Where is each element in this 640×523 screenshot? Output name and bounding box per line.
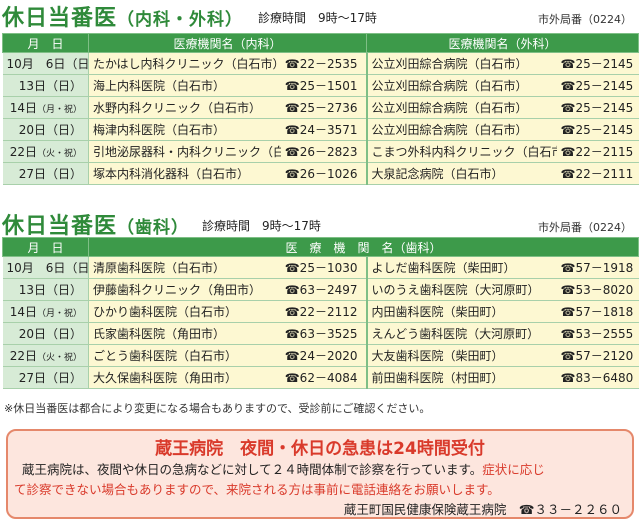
table-row: 10月 6日（日）たかはし内科クリニック（白石市）☎22－2535公立刈田綜合病…	[2, 52, 639, 75]
clinic-name: ごとう歯科医院（白石市）	[88, 344, 281, 367]
clinic-phone: ☎22－2115	[556, 140, 639, 163]
row-date: 13日（日）	[2, 74, 89, 97]
clinic-phone: ☎26－2823	[280, 140, 368, 163]
clinic-phone: ☎24－2020	[280, 344, 368, 367]
row-date: 22日（火・祝）	[2, 140, 89, 163]
table-row: 14日（月・祝） 水野内科クリニック（白石市） ☎25－2736 公立刈田綜合病院（白…	[2, 96, 639, 119]
clinic-phone: ☎22－2535	[280, 52, 368, 75]
internal-rows: 10月 6日（日）たかはし内科クリニック（白石市）☎22－2535公立刈田綜合病…	[2, 52, 639, 185]
clinic-phone: ☎25－1030	[280, 256, 368, 279]
table-row: 22日（火・祝）引地泌尿器科・内科クリニック（白石市）☎26－2823こまつ外科…	[2, 140, 639, 163]
clinic-phone: ☎53－8020	[556, 278, 639, 301]
row-date: 22日（火・祝）	[2, 344, 89, 367]
column-surgical: 医療機関名（外科）	[366, 33, 640, 53]
clinic-name: えんどう歯科医院（大河原町）	[366, 322, 557, 345]
notice-heading: 蔵王病院 夜間・休日の急患は24時間受付	[155, 439, 485, 459]
table-row: 13日（日） 海上内科医院（白石市） ☎25－1501 公立刈田綜合病院（白石市） ☎2…	[2, 74, 639, 97]
zao-hospital-notice: 蔵王病院 夜間・休日の急患は24時間受付 蔵王病院は、夜間や休日の急病などに対し…	[6, 429, 634, 519]
clinic-phone: ☎25－1501	[280, 74, 368, 97]
clinic-phone: ☎63－2497	[280, 278, 368, 301]
notice-line-2: て診察できない場合もありますので、来院される方は事前に電話連絡をお願いします。	[14, 482, 500, 497]
clinic-name: こまつ外科内科クリニック（白石市）	[366, 140, 557, 163]
clinic-name: 氏家歯科医院（角田市）	[88, 322, 281, 345]
column-internal: 医療機関名（内科）	[87, 33, 368, 53]
dental-rows: 10月 6日（日）清原歯科医院（白石市）☎25－1030よしだ歯科医院（柴田町）…	[2, 256, 639, 389]
clinic-name: 引地泌尿器科・内科クリニック（白石市）	[88, 140, 281, 163]
internal-hours: 診療時間 9時～17時	[258, 11, 377, 25]
clinic-phone: ☎25－2145	[556, 118, 639, 141]
clinic-name: 海上内科医院（白石市）	[88, 74, 281, 97]
clinic-name: 塚本内科消化器科（白石市）	[88, 162, 281, 185]
clinic-name: いのうえ歯科医院（大河原町）	[366, 278, 557, 301]
clinic-phone: ☎24－3571	[280, 118, 368, 141]
row-date: 27日（日）	[2, 366, 89, 389]
clinic-phone: ☎63－3525	[280, 322, 368, 345]
clinic-name: 公立刈田綜合病院（白石市）	[366, 118, 557, 141]
dental-area-code: 市外局番（0224）	[538, 221, 632, 234]
row-date: 10月 6日（日）	[2, 256, 89, 279]
table-row: 27日（日） 大久保歯科医院（角田市） ☎62－4084 前田歯科医院（村田町） ☎83…	[2, 366, 639, 389]
change-note: ※休日当番医は都合により変更になる場合もありますので、受診前にご確認ください。	[4, 402, 431, 415]
internal-header: 休日当番医（内科・外科） 診療時間 9時～17時 市外局番（0224）	[0, 0, 640, 31]
table-row: 20日（日） 梅津内科医院（白石市） ☎24－3571 公立刈田綜合病院（白石市） ☎2…	[2, 118, 639, 141]
internal-section: 休日当番医（内科・外科） 診療時間 9時～17時 市外局番（0224） 月 日 …	[0, 0, 640, 185]
dental-header: 休日当番医（歯科） 診療時間 9時～17時 市外局番（0224）	[0, 208, 640, 239]
clinic-name: 梅津内科医院（白石市）	[88, 118, 281, 141]
clinic-phone: ☎57－1818	[556, 300, 639, 323]
clinic-name: 前田歯科医院（村田町）	[366, 366, 557, 389]
row-date: 27日（日）	[2, 162, 89, 185]
row-date: 20日（日）	[2, 118, 89, 141]
clinic-name: 内田歯科医院（柴田町）	[366, 300, 557, 323]
clinic-name: よしだ歯科医院（柴田町）	[366, 256, 557, 279]
dental-title: 休日当番医（歯科）	[2, 214, 190, 239]
column-date: 月 日	[2, 33, 89, 53]
notice-footer: 蔵王町国民健康保険蔵王病院 ☎３３－２２６０	[343, 502, 622, 517]
clinic-name: ひかり歯科医院（白石市）	[88, 300, 281, 323]
row-date: 13日（日）	[2, 278, 89, 301]
clinic-phone: ☎25－2736	[280, 96, 368, 119]
clinic-name: 大泉記念病院（白石市）	[366, 162, 557, 185]
column-date: 月 日	[2, 237, 89, 257]
dental-table: 月 日 医 療 機 関 名（歯科） 10月 6日（日）清原歯科医院（白石市）☎2…	[2, 237, 640, 389]
table-row: 22日（火・祝） ごとう歯科医院（白石市） ☎24－2020 大友歯科医院（柴田町） ☎…	[2, 344, 639, 367]
clinic-phone: ☎57－2120	[556, 344, 639, 367]
dental-hours: 診療時間 9時～17時	[202, 219, 321, 233]
row-date: 20日（日）	[2, 322, 89, 345]
clinic-name: 清原歯科医院（白石市）	[88, 256, 281, 279]
clinic-phone: ☎53－2555	[556, 322, 639, 345]
table-row: 10月 6日（日）清原歯科医院（白石市）☎25－1030よしだ歯科医院（柴田町）…	[2, 256, 639, 279]
row-date: 14日（月・祝）	[2, 96, 89, 119]
clinic-phone: ☎83－6480	[556, 366, 639, 389]
clinic-phone: ☎25－2145	[556, 52, 639, 75]
column-dental: 医 療 機 関 名（歯科）	[87, 237, 640, 257]
clinic-name: 大久保歯科医院（角田市）	[88, 366, 281, 389]
clinic-name: 水野内科クリニック（白石市）	[88, 96, 281, 119]
clinic-phone: ☎26－1026	[280, 162, 368, 185]
table-row: 13日（日） 伊藤歯科クリニック（角田市） ☎63－2497 いのうえ歯科医院（大河原…	[2, 278, 639, 301]
clinic-name: 公立刈田綜合病院（白石市）	[366, 74, 557, 97]
clinic-phone: ☎22－2112	[280, 300, 368, 323]
clinic-name: たかはし内科クリニック（白石市）	[88, 52, 281, 75]
clinic-name: 大友歯科医院（柴田町）	[366, 344, 557, 367]
clinic-name: 伊藤歯科クリニック（角田市）	[88, 278, 281, 301]
internal-table: 月 日 医療機関名（内科） 医療機関名（外科） 10月 6日（日）たかはし内科ク…	[2, 33, 640, 185]
notice-line-1: 蔵王病院は、夜間や休日の急病などに対して２４時間体制で診察を行っています。症状に…	[22, 462, 545, 477]
clinic-name: 公立刈田綜合病院（白石市）	[366, 52, 557, 75]
row-date: 14日（月・祝）	[2, 300, 89, 323]
internal-area-code: 市外局番（0224）	[538, 13, 632, 26]
dental-section: 休日当番医（歯科） 診療時間 9時～17時 市外局番（0224） 月 日 医 療…	[0, 208, 640, 389]
table-row: 27日（日） 塚本内科消化器科（白石市） ☎26－1026 大泉記念病院（白石市） ☎2…	[2, 162, 639, 185]
table-row: 14日（月・祝） ひかり歯科医院（白石市） ☎22－2112 内田歯科医院（柴田町） ☎…	[2, 300, 639, 323]
clinic-phone: ☎62－4084	[280, 366, 368, 389]
clinic-phone: ☎25－2145	[556, 96, 639, 119]
clinic-name: 公立刈田綜合病院（白石市）	[366, 96, 557, 119]
clinic-phone: ☎57－1918	[556, 256, 639, 279]
table-row: 20日（日） 氏家歯科医院（角田市） ☎63－3525 えんどう歯科医院（大河原町） ☎…	[2, 322, 639, 345]
clinic-phone: ☎22－2111	[556, 162, 639, 185]
internal-title: 休日当番医（内科・外科）	[2, 6, 244, 31]
clinic-phone: ☎25－2145	[556, 74, 639, 97]
row-date: 10月 6日（日）	[2, 52, 89, 75]
